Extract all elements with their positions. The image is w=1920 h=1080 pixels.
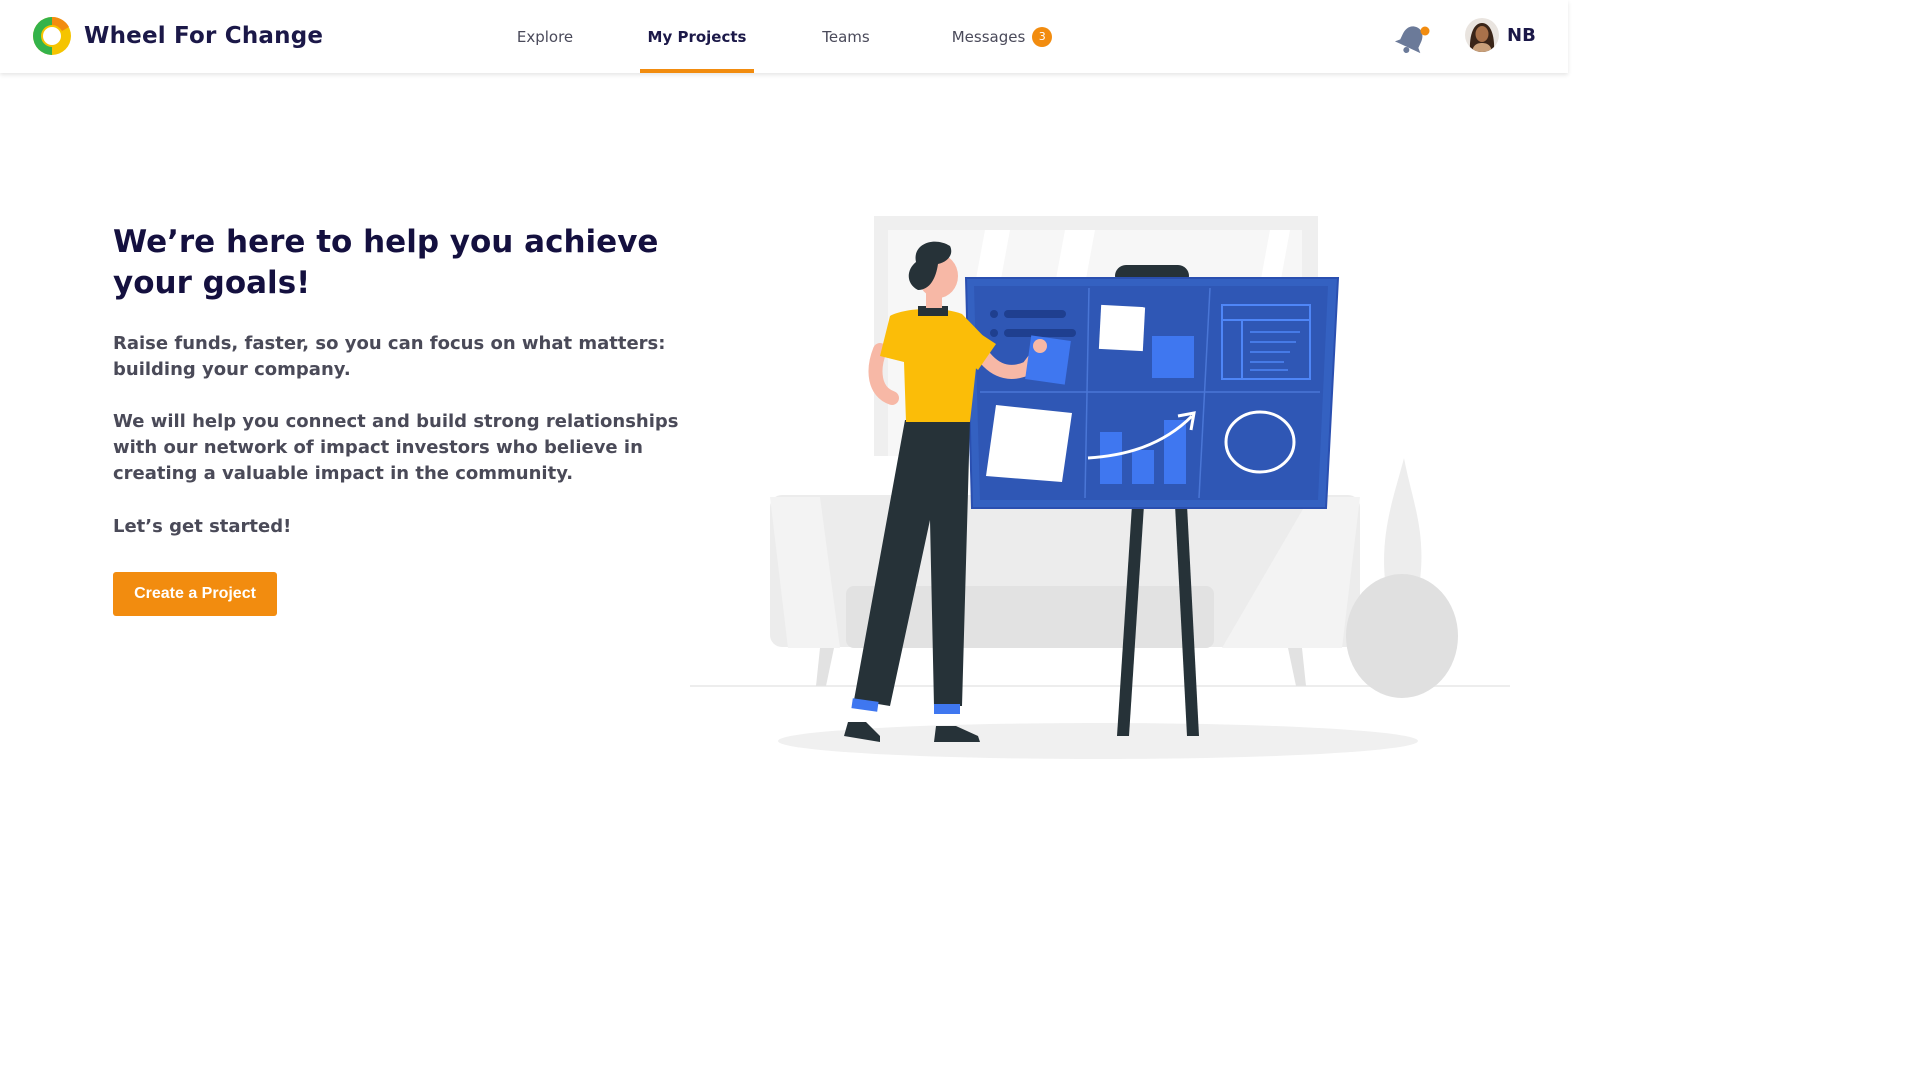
messages-count-badge: 3 <box>1032 26 1053 47</box>
create-project-button[interactable]: Create a Project <box>113 572 277 616</box>
hero-paragraph-2: We will help you connect and build stron… <box>113 411 679 484</box>
hero-title: We’re here to help you achieve your goal… <box>113 224 659 301</box>
nav-my-projects-label: My Projects <box>647 27 747 46</box>
brand[interactable]: Wheel For Change <box>32 16 323 56</box>
nav-messages[interactable]: Messages 3 <box>946 0 1058 73</box>
brand-name: Wheel For Change <box>84 23 324 49</box>
nav-explore[interactable]: Explore <box>508 0 582 73</box>
notification-dot <box>1420 26 1430 36</box>
nav-teams-label: Teams <box>822 27 870 46</box>
user-menu[interactable]: NB <box>1465 18 1536 52</box>
nav-my-projects[interactable]: My Projects <box>640 0 754 73</box>
nav-teams[interactable]: Teams <box>812 0 880 73</box>
hero-paragraph-3: Let’s get started! <box>113 516 292 537</box>
nav-explore-label: Explore <box>516 27 574 46</box>
wheel-logo-icon <box>33 16 71 55</box>
nav-messages-label: Messages <box>951 27 1026 46</box>
hero-paragraph-1: Raise funds, faster, so you can focus on… <box>113 333 666 380</box>
bell-icon[interactable] <box>1393 22 1431 56</box>
user-initials: NB <box>1507 24 1536 46</box>
top-navigation-bar: Wheel For Change Explore My Projects Tea… <box>0 0 1568 73</box>
planning-board-illustration <box>690 216 1510 759</box>
user-avatar <box>1465 18 1499 52</box>
